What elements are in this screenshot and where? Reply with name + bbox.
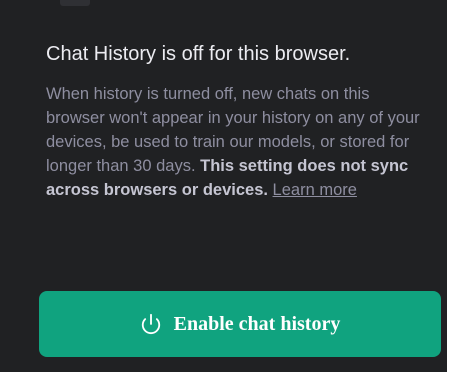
learn-more-link[interactable]: Learn more — [273, 181, 357, 199]
enable-chat-history-label: Enable chat history — [173, 312, 341, 335]
panel-description: When history is turned off, new chats on… — [46, 82, 426, 202]
panel-title: Chat History is off for this browser. — [46, 43, 351, 65]
power-icon — [140, 313, 162, 335]
top-edge-decoration — [60, 0, 90, 6]
enable-chat-history-button[interactable]: Enable chat history — [39, 291, 441, 357]
